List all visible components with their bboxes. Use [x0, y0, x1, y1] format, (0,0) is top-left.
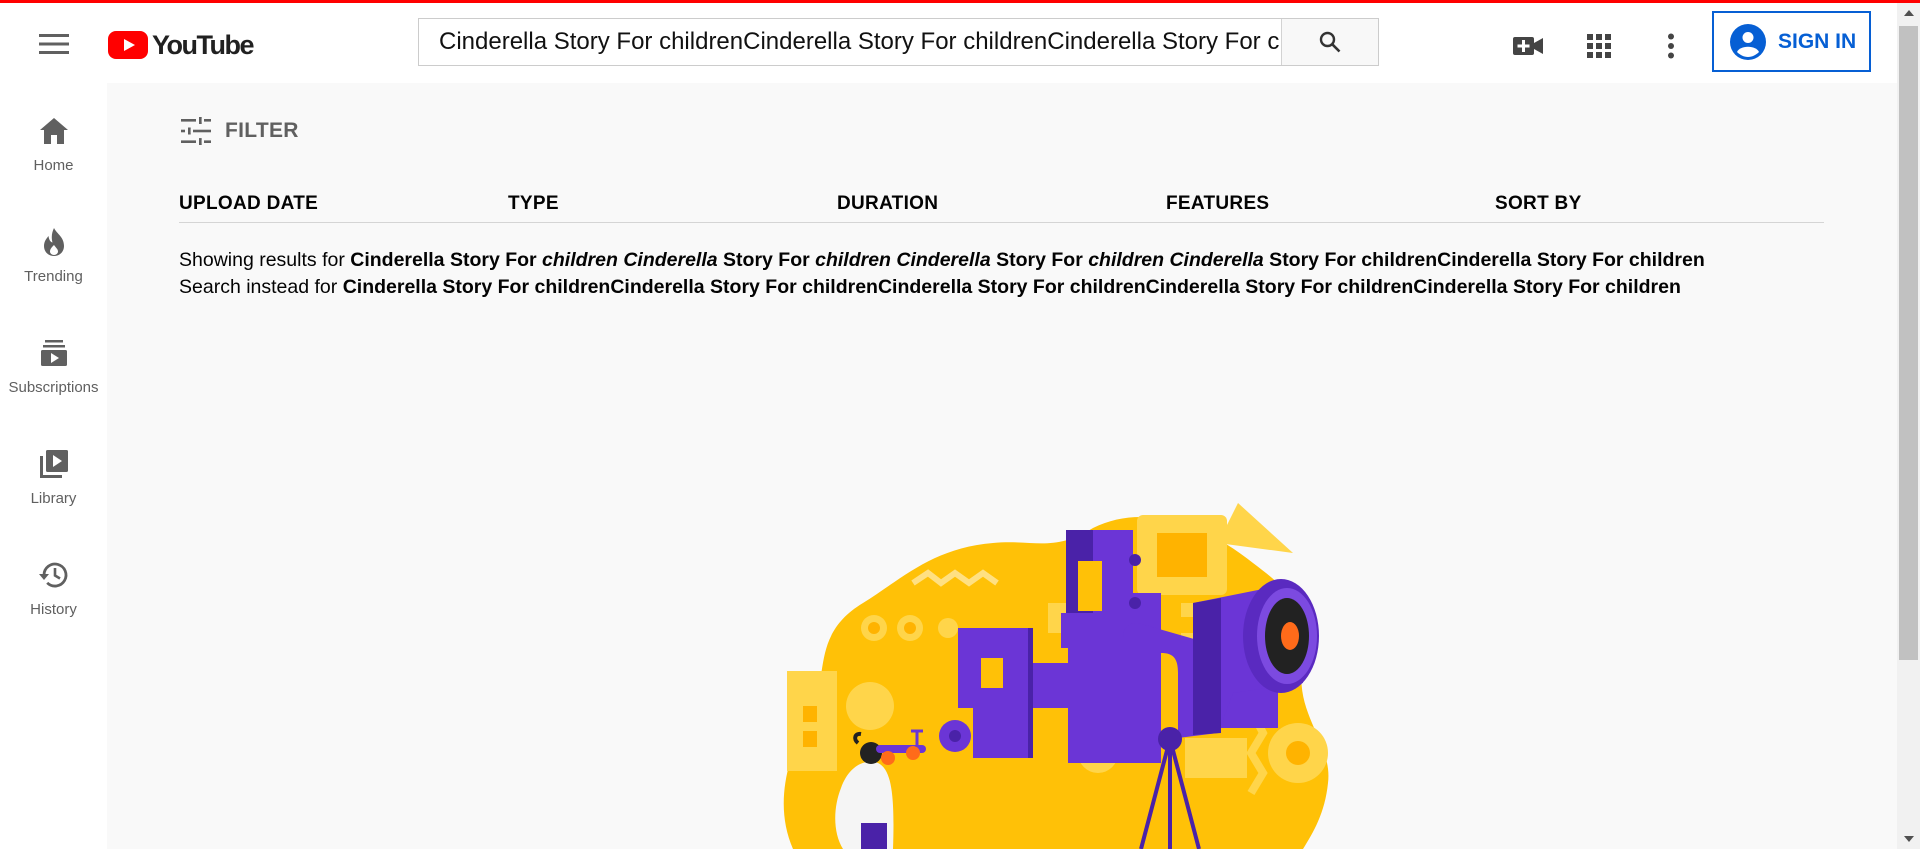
corrected-query-part: children Cinderella [1088, 249, 1264, 271]
search-box [418, 18, 1379, 66]
sidebar-item-subscriptions[interactable]: Subscriptions [0, 305, 107, 401]
settings-menu-button[interactable] [1651, 26, 1691, 66]
corrected-query-part: Story For childrenCinderella Story For c… [1263, 249, 1705, 271]
sidebar-item-label: Library [30, 490, 77, 507]
guide-sidebar: Home Trending Subscriptions Library Hist… [0, 83, 107, 849]
sidebar-item-label: History [30, 601, 77, 618]
page-progress-bar [0, 0, 1920, 3]
corrected-query-part: children Cinderella [542, 249, 718, 271]
masthead: YouTube Cinderella Story For childrenCin… [0, 3, 1920, 83]
scrollbar-thumb[interactable] [1899, 26, 1918, 660]
search-input[interactable] [419, 19, 1281, 65]
sidebar-item-label: Trending [24, 268, 83, 285]
sign-in-label: SIGN IN [1778, 29, 1857, 53]
filter-group-type: TYPE [508, 193, 559, 214]
tune-icon [181, 117, 211, 145]
search-icon [1319, 31, 1341, 53]
youtube-play-icon [108, 31, 148, 59]
original-query: Cinderella Story For childrenCinderella … [342, 276, 1681, 298]
corrected-query-part: Cinderella Story For [350, 249, 543, 271]
sign-in-button[interactable]: SIGN IN [1712, 11, 1871, 72]
filter-group-features: FEATURES [1166, 193, 1270, 214]
subscriptions-icon [40, 337, 68, 369]
corrected-query-part: children Cinderella [815, 249, 991, 271]
sidebar-item-history[interactable]: History [0, 527, 107, 623]
scroll-up-arrow[interactable] [1897, 3, 1920, 23]
history-icon [38, 559, 69, 591]
filter-button[interactable]: FILTER [181, 117, 299, 145]
search-instead-prefix: Search instead for [179, 276, 338, 298]
sidebar-item-label: Subscriptions [8, 379, 99, 396]
corrected-query-link[interactable]: Cinderella Story For children Cinderella… [350, 249, 1705, 271]
apps-button[interactable] [1579, 26, 1619, 66]
original-query-link[interactable]: Cinderella Story For childrenCinderella … [343, 276, 1681, 298]
filter-menu: UPLOAD DATE TYPE DURATION FEATURES SORT … [179, 193, 1824, 223]
corrected-query-part: Story For [990, 249, 1089, 271]
flame-icon [42, 226, 66, 258]
create-video-button[interactable] [1508, 26, 1548, 66]
no-results-illustration [783, 503, 1329, 849]
logo-text: YouTube [152, 29, 254, 60]
home-icon [39, 115, 69, 147]
more-vert-icon [1668, 33, 1674, 59]
sidebar-item-home[interactable]: Home [0, 83, 107, 179]
filter-group-sort-by: SORT BY [1495, 193, 1582, 214]
filter-label: FILTER [225, 119, 299, 142]
youtube-logo[interactable]: YouTube [108, 28, 254, 62]
menu-icon[interactable] [30, 25, 78, 63]
account-icon [1730, 23, 1766, 60]
sidebar-item-label: Home [33, 157, 74, 174]
scroll-down-arrow[interactable] [1897, 829, 1920, 849]
filter-group-duration: DURATION [837, 193, 939, 214]
sidebar-item-trending[interactable]: Trending [0, 194, 107, 290]
create-video-icon [1513, 37, 1543, 55]
did-you-mean-renderer: Showing results for Cinderella Story For… [179, 247, 1779, 301]
showing-results-prefix: Showing results for [179, 249, 345, 271]
library-icon [39, 448, 69, 480]
search-button[interactable] [1281, 19, 1378, 65]
sidebar-item-library[interactable]: Library [0, 416, 107, 512]
apps-grid-icon [1587, 34, 1611, 58]
filter-group-upload-date: UPLOAD DATE [179, 193, 319, 214]
search-results-page: FILTER UPLOAD DATE TYPE DURATION FEATURE… [107, 83, 1897, 849]
corrected-query-part: Story For [717, 249, 816, 271]
